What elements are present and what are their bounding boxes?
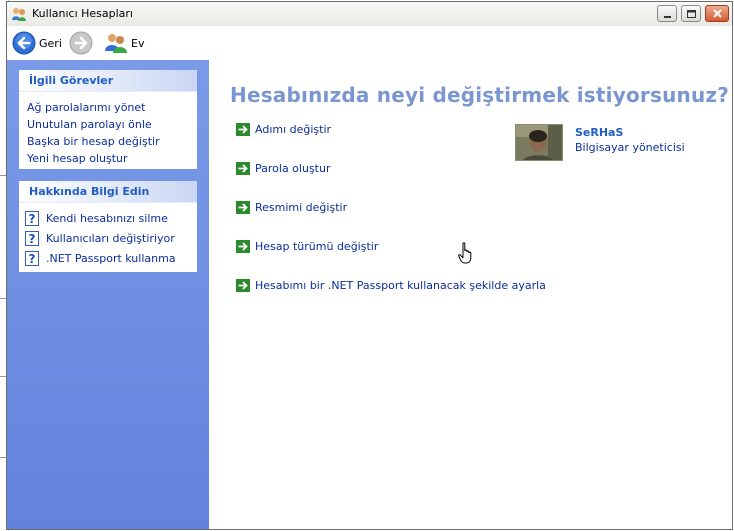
user-account-card[interactable]: SeRHaS Bilgisayar yöneticisi [515, 124, 730, 164]
window-title: Kullanıcı Hesapları [32, 7, 133, 20]
users-home-icon [105, 34, 127, 53]
green-arrow-icon [236, 279, 250, 292]
related-tasks-panel: İlgili Görevler Ağ parolalarımı yönet Un… [19, 70, 197, 169]
option-create-password[interactable]: Parola oluştur [236, 162, 330, 175]
back-label: Geri [39, 36, 62, 50]
home-label: Ev [131, 36, 145, 50]
option-change-picture[interactable]: Resmimi değiştir [236, 201, 347, 214]
green-arrow-icon [236, 162, 250, 175]
learn-link-net-passport[interactable]: ? .NET Passport kullanma [25, 248, 197, 268]
related-tasks-title: İlgili Görevler [19, 70, 197, 92]
users-icon [12, 8, 26, 21]
question-mark-icon: ? [25, 250, 39, 266]
close-button[interactable] [705, 5, 729, 22]
learn-link-label: .NET Passport kullanma [46, 251, 176, 265]
main-content: Hesabınızda neyi değiştirmek istiyorsunu… [209, 60, 732, 529]
maximize-button[interactable] [681, 5, 701, 22]
svg-text:?: ? [29, 212, 36, 226]
page-title: Hesabınızda neyi değiştirmek istiyorsunu… [230, 83, 730, 107]
task-link-prevent-forgotten-password[interactable]: Unutulan parolayı önle [27, 116, 197, 133]
learn-link-label: Kullanıcıları değiştiriyor [46, 231, 175, 245]
green-arrow-icon [236, 123, 250, 136]
minimize-icon [664, 16, 671, 18]
learn-about-panel: Hakkında Bilgi Edin ? Kendi hesabınızı s… [19, 181, 197, 272]
user-name: SeRHaS [575, 126, 624, 139]
task-sidebar: İlgili Görevler Ağ parolalarımı yönet Un… [7, 60, 209, 529]
option-label: Hesabımı bir .NET Passport kullanacak şe… [255, 279, 546, 292]
maximize-icon [687, 10, 696, 18]
question-mark-icon: ? [25, 210, 39, 226]
toolbar: Geri Ev [7, 26, 732, 61]
svg-text:?: ? [29, 232, 36, 246]
user-accounts-window: Kullanıcı Hesapları Geri Ev İlgili Görev… [6, 1, 733, 530]
user-photo [516, 125, 562, 160]
forward-button[interactable] [69, 30, 95, 56]
avatar [515, 124, 563, 161]
option-label: Parola oluştur [255, 162, 331, 175]
option-change-account-type[interactable]: Hesap türümü değiştir [236, 240, 378, 253]
minimize-button[interactable] [657, 5, 677, 22]
hand-pointer-cursor-icon [458, 242, 472, 264]
green-arrow-icon [236, 240, 250, 253]
task-link-create-new-account[interactable]: Yeni hesap oluştur [27, 150, 197, 167]
forward-arrow-icon [69, 31, 93, 55]
option-label: Resmimi değiştir [255, 201, 348, 214]
learn-link-delete-own-account[interactable]: ? Kendi hesabınızı silme [25, 208, 197, 228]
home-button[interactable]: Ev [104, 30, 144, 56]
task-link-change-another-account[interactable]: Başka bir hesap değiştir [27, 133, 197, 150]
option-change-name[interactable]: Adımı değiştir [236, 123, 331, 136]
option-setup-net-passport[interactable]: Hesabımı bir .NET Passport kullanacak şe… [236, 279, 546, 292]
back-button[interactable]: Geri [12, 30, 62, 56]
learn-link-label: Kendi hesabınızı silme [46, 211, 168, 225]
option-label: Hesap türümü değiştir [255, 240, 379, 253]
learn-link-switching-users[interactable]: ? Kullanıcıları değiştiriyor [25, 228, 197, 248]
option-label: Adımı değiştir [255, 123, 332, 136]
svg-text:?: ? [29, 252, 36, 266]
close-icon [713, 9, 722, 18]
green-arrow-icon [236, 201, 250, 214]
title-bar[interactable]: Kullanıcı Hesapları [7, 2, 732, 27]
task-link-manage-network-passwords[interactable]: Ağ parolalarımı yönet [27, 99, 197, 116]
learn-about-title: Hakkında Bilgi Edin [19, 181, 197, 203]
question-mark-icon: ? [25, 230, 39, 246]
back-arrow-icon [12, 31, 36, 55]
user-role: Bilgisayar yöneticisi [575, 141, 685, 154]
